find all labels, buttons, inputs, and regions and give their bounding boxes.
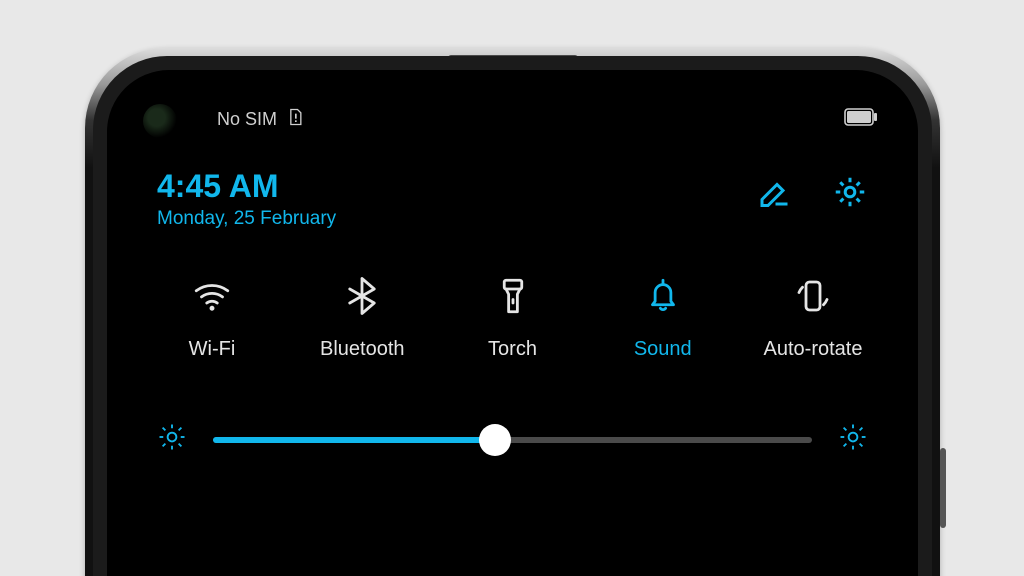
wifi-icon <box>137 270 287 322</box>
screen: No SIM 4:45 AM Monday, 25 February <box>107 70 918 576</box>
phone-frame: No SIM 4:45 AM Monday, 25 February <box>85 48 940 576</box>
tile-label: Torch <box>438 338 588 361</box>
tile-wifi[interactable]: Wi-Fi <box>137 270 287 361</box>
tile-bluetooth[interactable]: Bluetooth <box>287 270 437 361</box>
sim-alert-icon <box>285 107 305 132</box>
brightness-row <box>157 422 868 457</box>
tile-label: Wi-Fi <box>137 338 287 361</box>
tile-label: Sound <box>588 338 738 361</box>
brightness-slider[interactable] <box>213 437 812 443</box>
status-bar: No SIM <box>107 104 918 134</box>
flashlight-icon <box>438 270 588 322</box>
clock-time: 4:45 AM <box>157 170 336 202</box>
brightness-low-icon <box>157 422 187 457</box>
brightness-thumb[interactable] <box>479 424 511 456</box>
tile-auto-rotate[interactable]: Auto-rotate <box>738 270 888 361</box>
sim-text: No SIM <box>217 109 277 130</box>
qs-header: 4:45 AM Monday, 25 February <box>157 170 868 230</box>
auto-rotate-icon <box>738 270 888 322</box>
gear-icon[interactable] <box>832 174 868 215</box>
tile-torch[interactable]: Torch <box>438 270 588 361</box>
clock-block[interactable]: 4:45 AM Monday, 25 February <box>157 170 336 230</box>
tile-label: Auto-rotate <box>738 338 888 361</box>
edit-icon[interactable] <box>756 174 792 215</box>
bell-icon <box>588 270 738 322</box>
clock-date: Monday, 25 February <box>157 208 336 230</box>
brightness-fill <box>213 437 495 443</box>
battery-icon <box>844 108 878 131</box>
bluetooth-icon <box>287 270 437 322</box>
tile-label: Bluetooth <box>287 338 437 361</box>
tile-sound[interactable]: Sound <box>588 270 738 361</box>
brightness-high-icon <box>838 422 868 457</box>
qs-tiles: Wi-Fi Bluetooth Torch <box>137 270 888 361</box>
sim-status: No SIM <box>217 107 305 132</box>
power-button <box>940 448 946 528</box>
